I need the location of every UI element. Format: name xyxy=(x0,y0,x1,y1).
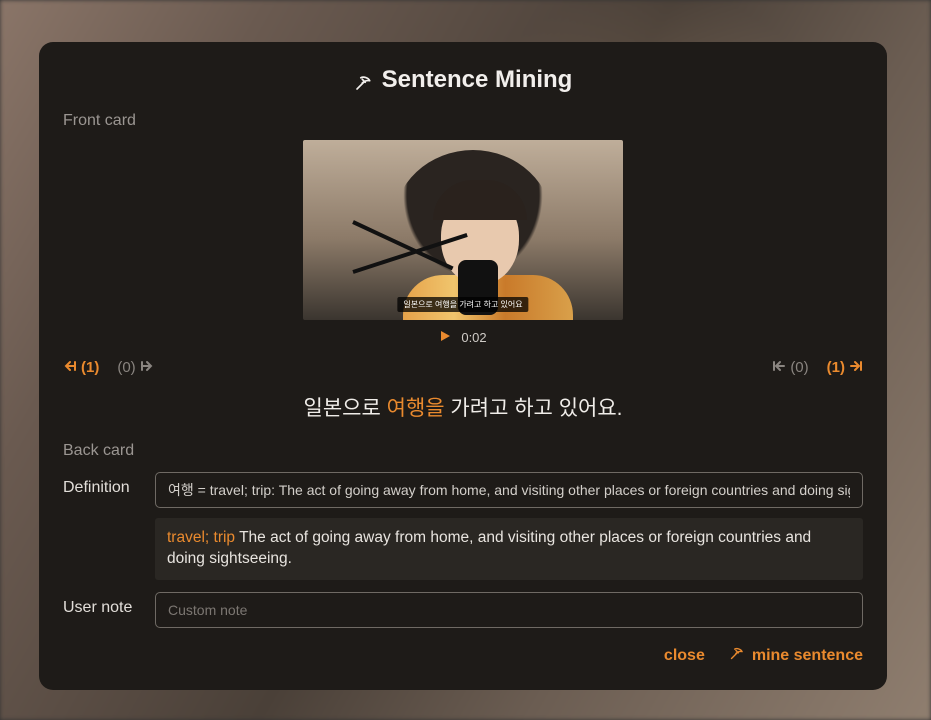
arrow-right-bar-icon xyxy=(140,359,154,376)
usernote-row: User note xyxy=(63,592,863,628)
modal-title: Sentence Mining xyxy=(63,66,863,94)
mine-button-label: mine sentence xyxy=(752,647,863,665)
close-button[interactable]: close xyxy=(664,647,705,665)
back-card-label: Back card xyxy=(63,442,863,460)
bar-arrow-right-icon xyxy=(849,359,863,376)
sentence-mining-modal: Sentence Mining Front card 일본으로 여행을 가려고 … xyxy=(39,42,887,690)
sentence-nav-row: (1) (0) (0) (1) xyxy=(63,359,863,376)
sub-prev-count: (1) xyxy=(81,359,99,376)
seg-next-button[interactable]: (1) xyxy=(827,359,863,376)
definition-label: Definition xyxy=(63,472,141,497)
pickaxe-icon xyxy=(729,646,744,666)
usernote-input[interactable] xyxy=(155,592,863,628)
video-area: 일본으로 여행을 가려고 하고 있어요 0:02 xyxy=(63,140,863,345)
sub-prev-button[interactable]: (1) xyxy=(63,359,99,376)
seg-prev-count: (0) xyxy=(790,359,808,376)
playback-time: 0:02 xyxy=(461,330,486,345)
front-card-label: Front card xyxy=(63,112,863,130)
sentence-pre: 일본으로 xyxy=(304,397,387,420)
pickaxe-icon xyxy=(354,71,372,89)
definition-input[interactable] xyxy=(155,472,863,508)
target-sentence: 일본으로 여행을 가려고 하고 있어요. xyxy=(63,392,863,422)
seg-prev-button[interactable]: (0) xyxy=(772,359,808,376)
modal-title-text: Sentence Mining xyxy=(382,66,573,94)
sub-next-count: (0) xyxy=(117,359,135,376)
definition-headword: travel; trip xyxy=(167,529,235,546)
sentence-nav-left: (1) (0) xyxy=(63,359,154,376)
definition-display: travel; trip The act of going away from … xyxy=(155,518,863,580)
video-thumbnail[interactable]: 일본으로 여행을 가려고 하고 있어요 xyxy=(303,140,623,320)
mine-sentence-button[interactable]: mine sentence xyxy=(729,646,863,666)
sentence-post: 가려고 하고 있어요. xyxy=(445,397,623,420)
modal-actions: close mine sentence xyxy=(63,646,863,666)
sentence-highlight: 여행을 xyxy=(387,397,445,420)
play-icon[interactable] xyxy=(439,330,451,345)
arrow-left-bar-icon xyxy=(63,359,77,376)
definition-row: Definition travel; trip The act of going… xyxy=(63,472,863,580)
playback-bar: 0:02 xyxy=(63,330,863,345)
sub-next-button[interactable]: (0) xyxy=(117,359,153,376)
seg-next-count: (1) xyxy=(827,359,845,376)
close-button-label: close xyxy=(664,647,705,665)
sentence-nav-right: (0) (1) xyxy=(772,359,863,376)
video-subtitle-overlay: 일본으로 여행을 가려고 하고 있어요 xyxy=(397,297,528,312)
usernote-label: User note xyxy=(63,592,141,617)
bar-arrow-left-icon xyxy=(772,359,786,376)
definition-body: The act of going away from home, and vis… xyxy=(167,529,811,567)
